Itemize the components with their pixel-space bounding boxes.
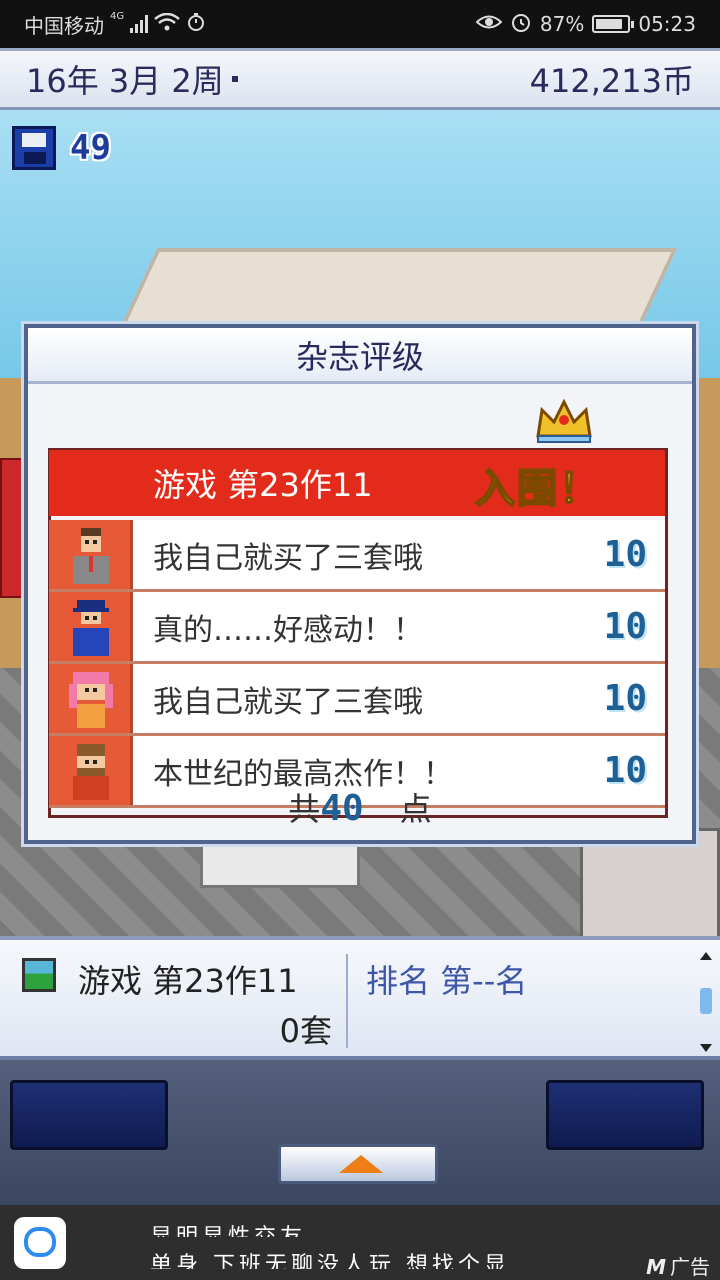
game-date: 16年 3月 2周 <box>26 62 224 100</box>
floppy-disk-icon <box>12 126 56 170</box>
reviewer-suit-man-icon <box>49 520 133 589</box>
money-counter: 412,213币 <box>529 62 694 100</box>
signal-icon <box>130 15 149 33</box>
expand-menu-button[interactable] <box>278 1144 438 1184</box>
current-game-name: 游戏 第23作11 <box>78 962 298 1000</box>
review-score: 10 <box>565 520 665 589</box>
battery-percent: 87% <box>539 12 585 36</box>
control-bar <box>0 1060 720 1205</box>
ad-headline: 显明显性交友 <box>150 1219 306 1237</box>
ad-mark: M <box>646 1255 666 1279</box>
review-header: 游戏 第23作11 入围！ <box>49 450 665 516</box>
review-row: 我自己就买了三套哦 10 <box>49 664 665 736</box>
total-points: 40 <box>320 788 364 829</box>
review-score: 10 <box>565 592 665 661</box>
bookshelf <box>580 828 720 948</box>
review-comment: 我自己就买了三套哦 <box>133 664 565 733</box>
clock: 05:23 <box>638 12 696 36</box>
scroll-down-icon[interactable] <box>700 1044 712 1052</box>
panel-divider <box>346 954 348 1048</box>
ad-banner[interactable]: 显明显性交友 单身 下班无聊没人玩 想找个显 M广告 <box>0 1205 720 1280</box>
review-list: 我自己就买了三套哦 10 真的……好感动！！ 10 我自己就买了三套哦 10 本… <box>49 520 665 808</box>
stopwatch-icon <box>186 12 206 37</box>
eye-icon <box>475 12 503 36</box>
status-bar: 中国移动 4G 87% 05:23 <box>0 0 720 48</box>
review-row: 真的……好感动！！ 10 <box>49 592 665 664</box>
review-row: 我自己就买了三套哦 10 <box>49 520 665 592</box>
carrier-label: 中国移动 <box>24 13 104 38</box>
ad-label-text: 广告 <box>670 1255 710 1279</box>
chat-app-logo-icon <box>14 1217 66 1269</box>
scroll-thumb[interactable] <box>700 988 712 1014</box>
review-total: 共40 点 <box>24 784 696 830</box>
review-comment: 我自己就买了三套哦 <box>133 520 565 589</box>
reviewer-cap-boy-icon <box>49 592 133 661</box>
right-menu-button[interactable] <box>546 1080 704 1150</box>
reviewed-game-title: 游戏 第23作11 <box>153 466 373 504</box>
review-score: 10 <box>565 664 665 733</box>
total-prefix: 共 <box>288 790 321 828</box>
save-button[interactable]: 49 <box>12 126 111 170</box>
current-game-sales: 0套 <box>279 1012 332 1050</box>
game-info-panel[interactable]: 游戏 第23作11 0套 排名 第--名 <box>0 936 720 1060</box>
battery-icon <box>592 15 635 33</box>
reviewer-pink-hair-girl-icon <box>49 664 133 733</box>
crown-icon <box>536 398 592 443</box>
review-comment: 真的……好感动！！ <box>133 592 565 661</box>
total-suffix: 点 <box>399 790 432 828</box>
game-cartridge-icon <box>22 958 56 992</box>
game-viewport[interactable]: 16年 3月 2周 412,213币 49 杂志评级 游戏 第23作11 入围！ <box>0 48 720 1205</box>
alarm-icon <box>510 11 532 38</box>
dialog-content: 游戏 第23作11 入围！ 我自己就买了三套哦 10 真的……好感动！！ 10 … <box>24 324 696 844</box>
ad-label: M 广告 <box>646 1251 710 1280</box>
ad-subline: 单身 下班无聊没人玩 想找个显 <box>150 1253 510 1269</box>
date-indicator-dot <box>231 76 238 82</box>
save-count: 49 <box>70 128 111 168</box>
panel-scrollbar[interactable] <box>698 952 714 1052</box>
left-menu-button[interactable] <box>10 1080 168 1150</box>
network-type: 4G <box>110 10 125 22</box>
wifi-icon <box>154 12 180 36</box>
current-game-rank: 排名 第--名 <box>366 962 528 1000</box>
top-info-bar: 16年 3月 2周 412,213币 <box>0 48 720 110</box>
finalist-badge: 入围！ <box>474 465 601 513</box>
arrow-up-icon <box>339 1155 383 1173</box>
scroll-up-icon[interactable] <box>700 952 712 960</box>
battery-fill <box>596 19 623 29</box>
